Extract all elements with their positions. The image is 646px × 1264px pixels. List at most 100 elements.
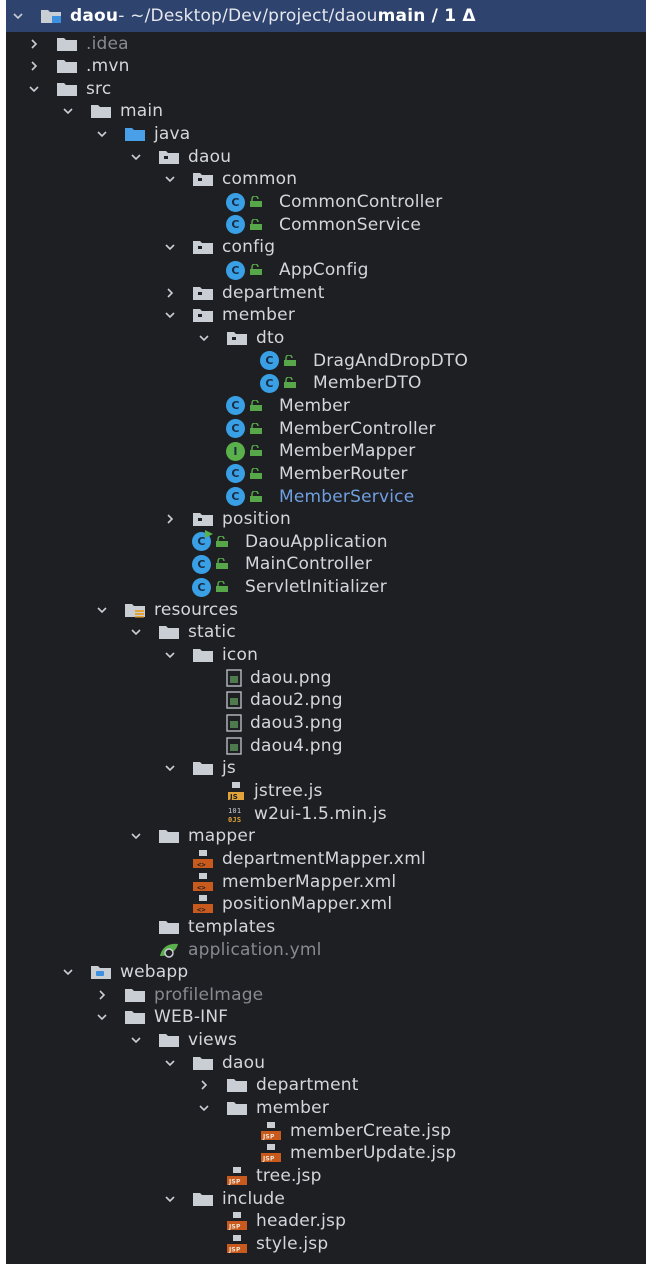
tree-node-folder[interactable]: .idea: [6, 32, 646, 55]
tree-node-file[interactable]: JSP tree.jsp: [6, 1165, 646, 1188]
chevron-down-icon[interactable]: [162, 647, 178, 663]
source-folder-icon: [124, 126, 146, 142]
tree-node-label: memberUpdate.jsp: [290, 1143, 457, 1164]
tree-node-folder[interactable]: department: [6, 1074, 646, 1097]
tree-node-label: DragAndDropDTO: [313, 350, 469, 371]
tree-node-folder[interactable]: java: [6, 123, 646, 146]
chevron-down-icon[interactable]: [162, 171, 178, 187]
chevron-down-icon[interactable]: [94, 602, 110, 618]
tree-node-folder[interactable]: .mvn: [6, 55, 646, 78]
tree-node-folder[interactable]: member: [6, 304, 646, 327]
chevron-right-icon[interactable]: [26, 36, 42, 52]
chevron-right-icon[interactable]: [94, 987, 110, 1003]
chevron-right-icon[interactable]: [162, 285, 178, 301]
tree-node-file[interactable]: JSP style.jsp: [6, 1232, 646, 1255]
tree-node-file[interactable]: C MemberRouter: [6, 462, 646, 485]
chevron-down-icon[interactable]: [26, 81, 42, 97]
project-root-row[interactable]: daou - ~/Desktop/Dev/project/daou main /…: [6, 0, 646, 32]
tree-node-file[interactable]: C MemberController: [6, 417, 646, 440]
tree-node-label: common: [222, 169, 298, 190]
tree-node-folder[interactable]: WEB-INF: [6, 1006, 646, 1029]
tree-node-file[interactable]: C DragAndDropDTO: [6, 349, 646, 372]
chevron-down-icon[interactable]: [162, 1191, 178, 1207]
chevron-down-icon[interactable]: [162, 239, 178, 255]
tree-node-file[interactable]: 101 0JS w2ui-1.5.min.js: [6, 802, 646, 825]
tree-node-folder[interactable]: common: [6, 168, 646, 191]
chevron-down-icon[interactable]: [60, 964, 76, 980]
chevron-down-icon[interactable]: [162, 307, 178, 323]
tree-node-folder[interactable]: daou: [6, 145, 646, 168]
tree-node-folder[interactable]: webapp: [6, 961, 646, 984]
chevron-right-icon[interactable]: [196, 1077, 212, 1093]
chevron-down-icon[interactable]: [162, 760, 178, 776]
tree-node-label: CommonService: [279, 214, 421, 235]
xml-file-icon: <>: [192, 849, 214, 869]
tree-node-file[interactable]: C ServletInitializer: [6, 576, 646, 599]
tree-node-file[interactable]: C Member: [6, 394, 646, 417]
tree-node-folder[interactable]: views: [6, 1029, 646, 1052]
tree-node-file[interactable]: C AppConfig: [6, 259, 646, 282]
tree-node-file[interactable]: <> departmentMapper.xml: [6, 847, 646, 870]
tree-node-folder[interactable]: profileImage: [6, 983, 646, 1006]
tree-node-folder[interactable]: static: [6, 621, 646, 644]
chevron-right-icon[interactable]: [162, 511, 178, 527]
chevron-down-icon[interactable]: [162, 1055, 178, 1071]
tree-node-label: java: [154, 124, 191, 145]
folder-icon: [192, 1191, 214, 1207]
project-name: daou: [70, 6, 119, 26]
chevron-down-icon[interactable]: [128, 624, 144, 640]
chevron-right-icon[interactable]: [26, 58, 42, 74]
chevron-down-icon[interactable]: [128, 1032, 144, 1048]
tree-node-label: daou3.png: [250, 713, 343, 733]
tree-node-file[interactable]: application.yml: [6, 938, 646, 961]
tree-node-label: MainController: [245, 554, 373, 575]
tree-node-folder[interactable]: icon: [6, 644, 646, 667]
package-icon: [192, 239, 214, 255]
tree-node-folder[interactable]: position: [6, 508, 646, 531]
tree-node-file[interactable]: JSP memberCreate.jsp: [6, 1119, 646, 1142]
tree-node-folder[interactable]: dto: [6, 326, 646, 349]
tree-node-file[interactable]: JSP memberUpdate.jsp: [6, 1142, 646, 1165]
tree-node-label: member: [222, 305, 296, 326]
tree-node-folder[interactable]: js: [6, 757, 646, 780]
chevron-down-icon[interactable]: [94, 126, 110, 142]
chevron-down-icon[interactable]: [196, 1100, 212, 1116]
tree-node-folder[interactable]: member: [6, 1097, 646, 1120]
tree-node-file[interactable]: JSP header.jsp: [6, 1210, 646, 1233]
tree-node-file[interactable]: C DaouApplication: [6, 530, 646, 553]
chevron-down-icon[interactable]: [128, 149, 144, 165]
tree-node-file[interactable]: C CommonService: [6, 213, 646, 236]
spring-boot-class-icon: C: [192, 530, 237, 552]
tree-node-file[interactable]: JS jstree.js: [6, 779, 646, 802]
tree-node-folder[interactable]: daou: [6, 1051, 646, 1074]
tree-node-file[interactable]: daou4.png: [6, 734, 646, 757]
tree-node-folder[interactable]: mapper: [6, 825, 646, 848]
tree-node-file[interactable]: <> positionMapper.xml: [6, 893, 646, 916]
chevron-down-icon[interactable]: [10, 8, 26, 24]
chevron-down-icon[interactable]: [94, 1009, 110, 1025]
tree-node-folder[interactable]: include: [6, 1187, 646, 1210]
tree-node-file[interactable]: C CommonController: [6, 191, 646, 214]
tree-node-folder[interactable]: config: [6, 236, 646, 259]
tree-node-file[interactable]: C MemberDTO: [6, 372, 646, 395]
tree-node-folder[interactable]: resources: [6, 598, 646, 621]
tree-node-file[interactable]: <> memberMapper.xml: [6, 870, 646, 893]
tree-node-label: src: [86, 78, 112, 99]
chevron-down-icon[interactable]: [60, 103, 76, 119]
tree-node-file[interactable]: C MemberService: [6, 485, 646, 508]
tree-node-file[interactable]: daou2.png: [6, 689, 646, 712]
tree-node-folder[interactable]: src: [6, 77, 646, 100]
tree-node-file[interactable]: I MemberMapper: [6, 440, 646, 463]
svg-text:JSP: JSP: [228, 1179, 241, 1186]
tree-node-file[interactable]: templates: [6, 915, 646, 938]
tree-node-folder[interactable]: main: [6, 100, 646, 123]
tree-node-file[interactable]: C MainController: [6, 553, 646, 576]
chevron-down-icon[interactable]: [128, 828, 144, 844]
tree-node-file[interactable]: daou.png: [6, 666, 646, 689]
tree-node-label: application.yml: [188, 939, 322, 960]
tree-node-folder[interactable]: department: [6, 281, 646, 304]
package-icon: [192, 511, 214, 527]
chevron-down-icon[interactable]: [196, 330, 212, 346]
tree-node-file[interactable]: daou3.png: [6, 712, 646, 735]
vcs-branch-status: main / 1 Δ: [377, 6, 476, 26]
